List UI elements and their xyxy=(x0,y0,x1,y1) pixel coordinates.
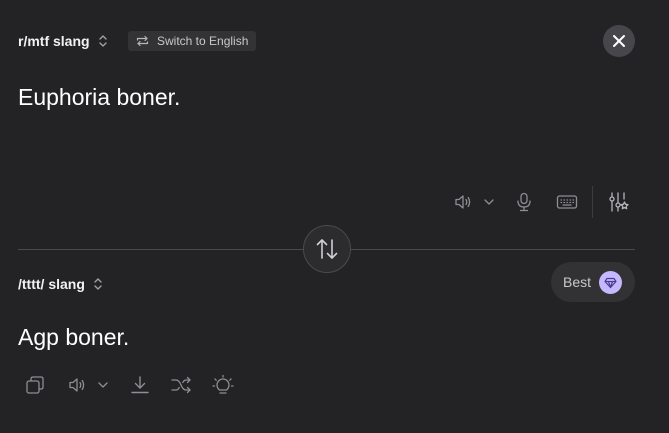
source-text-input[interactable]: Euphoria boner. xyxy=(18,84,180,111)
microphone-button[interactable] xyxy=(514,191,534,213)
lightbulb-icon xyxy=(212,374,234,396)
keyboard-button[interactable] xyxy=(555,193,579,211)
translation-output: Agp boner. xyxy=(18,324,130,350)
download-button[interactable] xyxy=(129,374,151,396)
copy-icon xyxy=(25,375,45,395)
listen-translation-button[interactable] xyxy=(66,375,88,395)
download-icon xyxy=(130,375,150,395)
dictionary-button[interactable] xyxy=(212,374,234,396)
microphone-icon xyxy=(516,192,532,212)
chevron-down-icon xyxy=(484,199,494,205)
customize-button[interactable] xyxy=(608,191,630,213)
switch-label: Switch to English xyxy=(157,34,249,48)
sliders-star-icon xyxy=(608,191,630,213)
shuffle-icon xyxy=(171,376,191,394)
listen-source-button[interactable] xyxy=(452,192,474,212)
close-button[interactable] xyxy=(603,25,635,57)
target-language-label: /tttt/ slang xyxy=(18,276,85,292)
keyboard-icon xyxy=(556,194,578,210)
copy-button[interactable] xyxy=(24,374,46,396)
best-label: Best xyxy=(563,274,592,290)
source-language-select[interactable]: r/mtf slang xyxy=(18,31,108,51)
chevron-updown-icon xyxy=(93,277,103,291)
rephrase-button[interactable] xyxy=(170,375,192,395)
source-language-label: r/mtf slang xyxy=(18,33,90,49)
chevron-down-icon xyxy=(98,382,108,388)
chevron-updown-icon xyxy=(98,34,108,48)
repeat-icon xyxy=(136,35,149,47)
swap-languages-button[interactable] xyxy=(303,225,351,273)
target-language-select[interactable]: /tttt/ slang xyxy=(18,274,103,294)
switch-to-english-button[interactable]: Switch to English xyxy=(128,31,257,51)
close-icon xyxy=(612,34,626,48)
quality-best-button[interactable]: Best xyxy=(551,262,635,302)
speaker-icon xyxy=(68,377,86,393)
speaker-icon xyxy=(454,194,472,210)
gem-icon xyxy=(599,271,622,294)
toolbar-divider xyxy=(592,186,593,218)
voice-dropdown-button[interactable] xyxy=(97,379,109,391)
voice-dropdown-button[interactable] xyxy=(483,196,495,208)
swap-arrows-icon xyxy=(315,238,339,260)
